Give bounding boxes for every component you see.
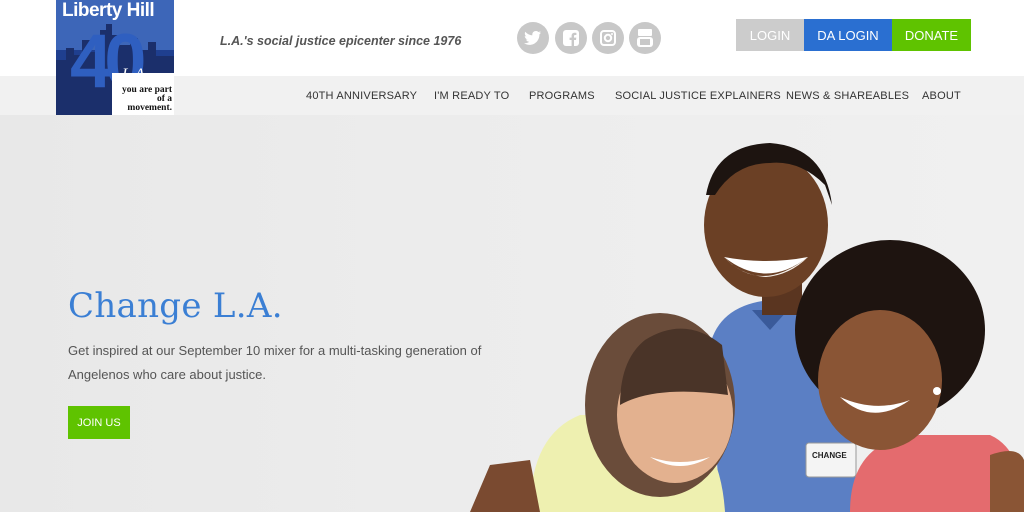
login-button[interactable]: LOGIN xyxy=(736,19,804,51)
join-us-button[interactable]: JOIN US xyxy=(68,406,130,439)
facebook-link[interactable] xyxy=(555,22,587,54)
twitter-link[interactable] xyxy=(517,22,549,54)
donate-button[interactable]: DONATE xyxy=(892,19,971,51)
youtube-icon xyxy=(637,29,653,47)
nav-item-40th-anniversary[interactable]: 40TH ANNIVERSARY xyxy=(306,76,417,115)
instagram-icon xyxy=(600,30,616,46)
hero-photo: CHANGE xyxy=(470,143,1024,512)
nav-item-news-shareables[interactable]: NEWS & SHAREABLES xyxy=(786,76,909,115)
logo[interactable]: Liberty Hill 40 L.A. you are part of a m… xyxy=(56,0,174,115)
site-tagline: L.A.'s social justice epicenter since 19… xyxy=(220,34,462,48)
hero-description: Get inspired at our September 10 mixer f… xyxy=(68,343,482,382)
hero-title: Change L.A. xyxy=(68,286,283,326)
nav-item-about[interactable]: ABOUT xyxy=(922,76,961,115)
da-login-button[interactable]: DA LOGIN xyxy=(804,19,892,51)
logo-tagline: you are part of a movement. xyxy=(122,85,172,113)
name-badge-text: CHANGE xyxy=(812,451,847,460)
instagram-link[interactable] xyxy=(592,22,624,54)
nav-item-im-ready-to[interactable]: I'M READY TO xyxy=(434,76,509,115)
facebook-icon xyxy=(563,30,579,46)
nav-item-social-justice-explainers[interactable]: SOCIAL JUSTICE EXPLAINERS xyxy=(615,76,781,115)
nav-item-programs[interactable]: PROGRAMS xyxy=(529,76,595,115)
youtube-link[interactable] xyxy=(629,22,661,54)
twitter-icon xyxy=(524,31,541,45)
